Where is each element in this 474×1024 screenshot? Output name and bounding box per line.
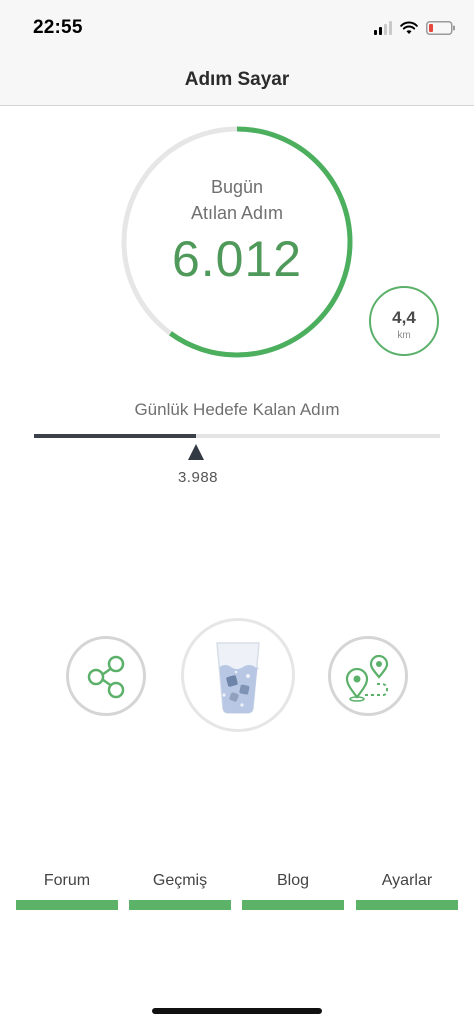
home-indicator[interactable] — [152, 1008, 322, 1014]
water-glass-icon — [216, 642, 260, 714]
distance-unit: km — [397, 330, 411, 341]
today-label: Bugün — [210, 177, 264, 197]
tab-indicator — [242, 900, 344, 910]
tab-forum[interactable]: Forum — [16, 870, 118, 912]
steps-taken-label: Atılan Adım — [190, 203, 284, 223]
route-map-icon — [345, 654, 389, 702]
navigation-bar: Adım Sayar — [0, 56, 474, 106]
status-bar: 22:55 — [0, 0, 474, 56]
cellular-signal-icon — [374, 21, 392, 35]
goal-remaining-label: Günlük Hedefe Kalan Adım — [134, 400, 340, 419]
route-button[interactable] — [328, 636, 408, 716]
tab-label: Geçmiş — [152, 872, 208, 889]
battery-low-icon — [426, 21, 455, 35]
tab-label: Blog — [276, 872, 310, 889]
goal-progress-fill — [34, 434, 197, 438]
steps-progress-ring: Bugün Atılan Adım 6.012 — [120, 125, 354, 359]
tab-settings[interactable]: Ayarlar — [356, 870, 458, 912]
bottom-tabs: Forum Geçmiş Blog Ayarlar — [16, 870, 458, 912]
tab-blog[interactable]: Blog — [242, 870, 344, 912]
today-step-count: 6.012 — [171, 231, 303, 287]
water-intake-button[interactable] — [181, 618, 295, 732]
tab-indicator — [16, 900, 118, 910]
goal-marker-icon — [188, 444, 204, 460]
distance-badge[interactable]: 4,4 km — [369, 286, 439, 356]
status-time: 22:55 — [33, 17, 83, 38]
tab-label: Forum — [43, 872, 91, 889]
status-icons — [374, 17, 456, 39]
wifi-icon — [400, 21, 418, 34]
goal-remaining-value: 3.988 — [177, 469, 219, 486]
tab-label: Ayarlar — [381, 872, 433, 889]
goal-progress-track — [34, 434, 440, 438]
share-icon — [87, 655, 125, 699]
page-title: Adım Sayar — [184, 69, 290, 90]
distance-value: 4,4 — [392, 308, 416, 327]
share-button[interactable] — [66, 636, 146, 716]
tab-indicator — [356, 900, 458, 910]
tab-history[interactable]: Geçmiş — [129, 870, 231, 912]
tab-indicator — [129, 900, 231, 910]
